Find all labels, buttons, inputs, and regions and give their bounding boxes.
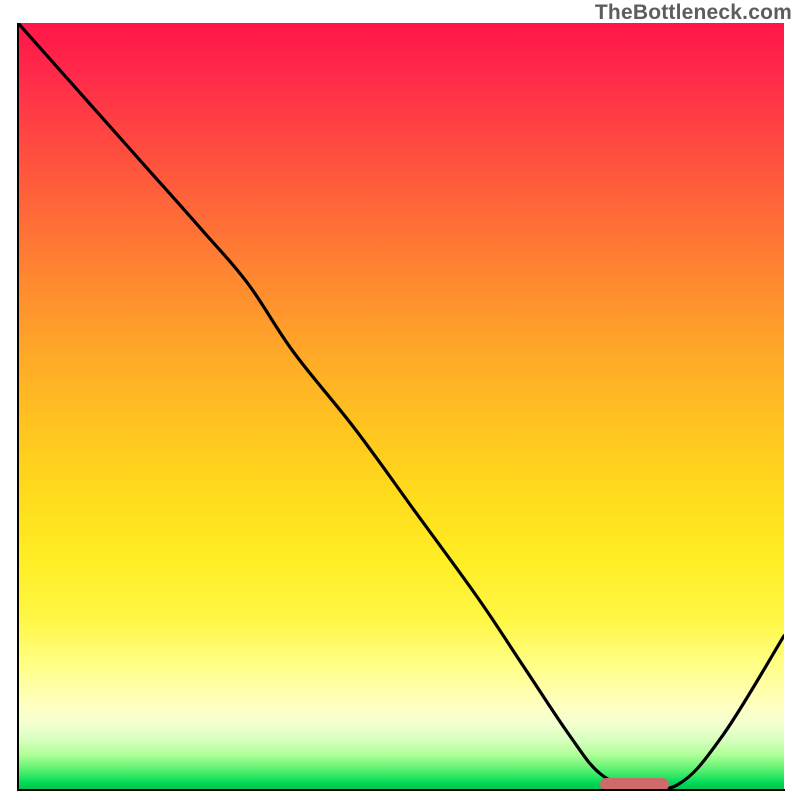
optimal-marker: [600, 778, 669, 789]
attribution-label: TheBottleneck.com: [595, 1, 792, 25]
y-axis: [17, 23, 19, 791]
curve-path: [18, 23, 784, 789]
x-axis: [17, 789, 785, 791]
plot-area: [18, 23, 784, 789]
bottleneck-chart: TheBottleneck.com: [0, 0, 800, 800]
bottleneck-curve: [18, 23, 784, 789]
